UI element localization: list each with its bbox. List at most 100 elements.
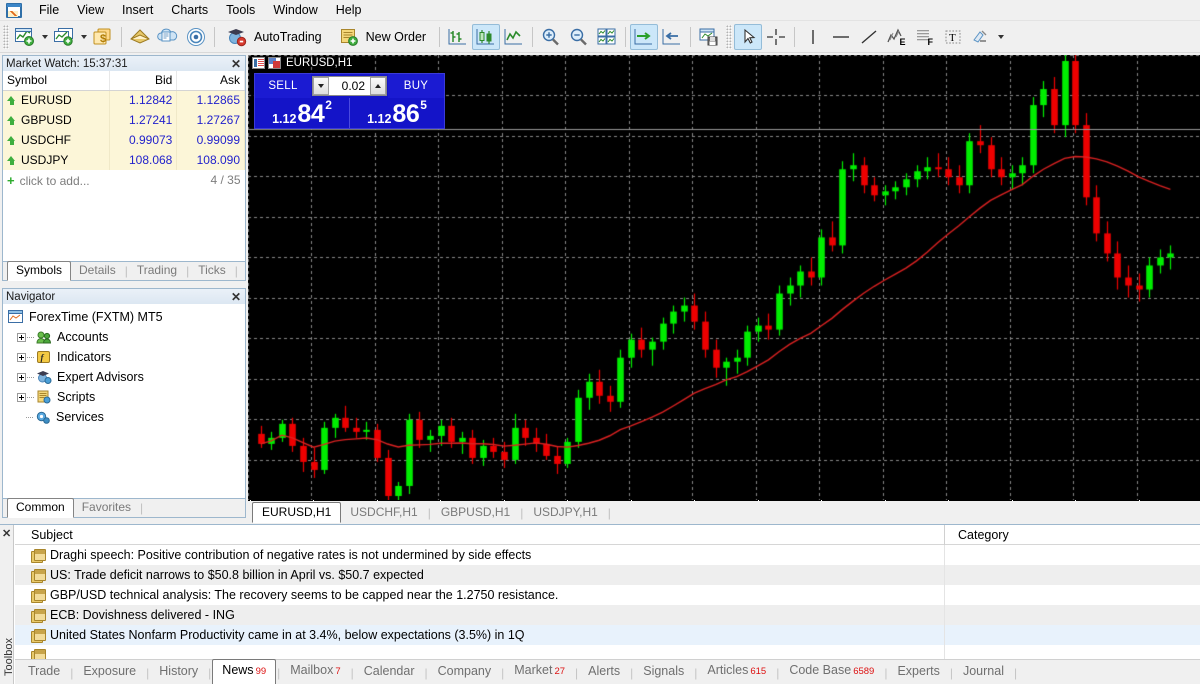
tab-symbols[interactable]: Symbols <box>7 261 72 281</box>
toolbox-tab-experts[interactable]: Experts <box>888 661 948 684</box>
tab-favorites[interactable]: Favorites <box>74 499 139 517</box>
toolbox-tab-articles[interactable]: Articles 615 <box>698 660 775 684</box>
auto-scroll-icon[interactable] <box>630 23 659 50</box>
nav-root-item[interactable]: ForexTime (FXTM) MT5 <box>5 307 243 327</box>
tab-details[interactable]: Details <box>71 262 124 280</box>
buy-price-button[interactable]: 1.12 86 5 <box>350 98 444 128</box>
list-item[interactable]: ECB: Dovishness delivered - ING <box>15 605 1200 625</box>
toolbox-tab-trade[interactable]: Trade <box>19 661 69 684</box>
horizontal-line-icon[interactable] <box>827 24 855 50</box>
profiles-dropdown-icon[interactable] <box>78 24 89 50</box>
fibonacci-icon[interactable]: F <box>911 24 939 50</box>
volume-stepper[interactable]: 0.02 <box>312 76 387 96</box>
signals-icon[interactable] <box>182 24 210 50</box>
chevron-down-icon[interactable] <box>313 77 329 95</box>
list-item[interactable]: Draghi speech: Positive contribution of … <box>15 545 1200 565</box>
menu-item-window[interactable]: Window <box>264 0 326 20</box>
expand-icon[interactable] <box>17 372 26 382</box>
new-chart-dropdown-icon[interactable] <box>39 24 50 50</box>
chart-tab-usdchf[interactable]: USDCHF,H1 <box>341 503 426 522</box>
menu-item-tools[interactable]: Tools <box>217 0 264 20</box>
toolbox-tab-news[interactable]: News 99 <box>212 659 277 684</box>
crosshair-icon[interactable] <box>762 24 790 50</box>
toolbox-tab-history[interactable]: History <box>150 661 207 684</box>
data-window-icon[interactable] <box>154 24 182 50</box>
menu-item-charts[interactable]: Charts <box>162 0 217 20</box>
market-depth-icon[interactable] <box>126 24 154 50</box>
add-symbol-row[interactable]: + click to add... 4 / 35 <box>3 170 245 190</box>
line-chart-icon[interactable] <box>500 24 528 50</box>
table-row[interactable]: EURUSD 1.12842 1.12865 <box>3 90 245 110</box>
vertical-line-icon[interactable] <box>799 24 827 50</box>
expand-icon[interactable] <box>17 392 26 402</box>
toolbox-tab-code-base[interactable]: Code Base 6589 <box>780 660 883 684</box>
sidebar-item-accounts[interactable]: Accounts <box>5 327 243 347</box>
column-header-bid[interactable]: Bid <box>109 71 178 91</box>
close-icon[interactable]: ✕ <box>230 291 242 303</box>
chart-tab-gbpusd[interactable]: GBPUSD,H1 <box>432 503 519 522</box>
zoom-out-icon[interactable] <box>565 24 593 50</box>
toolbox-tab-company[interactable]: Company <box>429 661 501 684</box>
objects-icon[interactable] <box>967 24 995 50</box>
table-row[interactable]: GBPUSD 1.27241 1.27267 <box>3 110 245 130</box>
buy-label[interactable]: BUY <box>388 74 444 98</box>
toolbox-tab-signals[interactable]: Signals <box>634 661 693 684</box>
save-template-icon[interactable] <box>695 24 723 50</box>
table-row[interactable]: USDCHF 0.99073 0.99099 <box>3 130 245 150</box>
chart-tab-eurusd[interactable]: EURUSD,H1 <box>252 502 342 523</box>
sidebar-item-indicators[interactable]: f Indicators <box>5 347 243 367</box>
list-item[interactable] <box>15 645 1200 660</box>
tab-ticks[interactable]: Ticks <box>190 262 234 280</box>
tab-common[interactable]: Common <box>7 498 74 518</box>
toolbox-tab-calendar[interactable]: Calendar <box>355 661 424 684</box>
text-icon[interactable]: T <box>939 24 967 50</box>
tab-trading[interactable]: Trading <box>129 262 185 280</box>
column-header-subject[interactable]: Subject <box>15 525 945 545</box>
chart-window[interactable]: EURUSD,H1 SELL 0.02 BUY 1.12 84 2 1.12 8… <box>248 55 1200 522</box>
toolbar-grip-2[interactable] <box>726 24 733 49</box>
bar-chart-icon[interactable] <box>444 24 472 50</box>
sidebar-item-services[interactable]: Services <box>5 407 243 427</box>
chevron-up-icon[interactable] <box>370 77 386 95</box>
zoom-in-icon[interactable] <box>537 24 565 50</box>
sidebar-item-expert-advisors[interactable]: Expert Advisors <box>5 367 243 387</box>
column-header-symbol[interactable]: Symbol <box>3 71 110 91</box>
close-icon[interactable]: ✕ <box>2 527 11 540</box>
objects-dropdown-icon[interactable] <box>995 24 1006 50</box>
menu-item-insert[interactable]: Insert <box>113 0 162 20</box>
list-item[interactable]: GBP/USD technical analysis: The recovery… <box>15 585 1200 605</box>
chart-shift-icon[interactable] <box>658 24 686 50</box>
menu-item-file[interactable]: File <box>30 0 68 20</box>
volume-input[interactable]: 0.02 <box>329 77 370 95</box>
menu-item-help[interactable]: Help <box>327 0 371 20</box>
list-item[interactable]: United States Nonfarm Productivity came … <box>15 625 1200 645</box>
one-click-trading-panel[interactable]: SELL 0.02 BUY 1.12 84 2 1.12 86 5 <box>254 73 445 129</box>
autotrading-button[interactable]: AutoTrading <box>219 24 331 50</box>
column-header-category[interactable]: Category <box>945 525 1200 545</box>
expand-icon[interactable] <box>17 332 26 342</box>
new-order-button[interactable]: New Order <box>331 24 435 50</box>
menu-item-view[interactable]: View <box>68 0 113 20</box>
expand-icon[interactable] <box>17 352 26 362</box>
tile-windows-icon[interactable] <box>593 24 621 50</box>
toolbox-tab-market[interactable]: Market 27 <box>505 660 574 684</box>
toolbox-tab-journal[interactable]: Journal <box>954 661 1013 684</box>
accounts-icon[interactable]: $ <box>89 24 117 50</box>
elliott-wave-icon[interactable]: E <box>883 24 911 50</box>
trendline-icon[interactable] <box>855 24 883 50</box>
sidebar-item-scripts[interactable]: Scripts <box>5 387 243 407</box>
toolbox-tab-mailbox[interactable]: Mailbox 7 <box>281 660 349 684</box>
profiles-icon[interactable] <box>50 24 78 50</box>
candlestick-chart-icon[interactable] <box>472 23 501 50</box>
close-icon[interactable]: ✕ <box>230 58 242 70</box>
list-item[interactable]: US: Trade deficit narrows to $50.8 billi… <box>15 565 1200 585</box>
toolbar-grip[interactable] <box>3 24 9 49</box>
chart-tab-usdjpy[interactable]: USDJPY,H1 <box>524 503 606 522</box>
new-chart-icon[interactable] <box>11 24 39 50</box>
table-row[interactable]: USDJPY 108.068 108.090 <box>3 150 245 170</box>
sell-label[interactable]: SELL <box>255 74 311 98</box>
toolbox-tab-exposure[interactable]: Exposure <box>74 661 145 684</box>
cursor-icon[interactable] <box>734 23 763 50</box>
sell-price-button[interactable]: 1.12 84 2 <box>255 98 350 128</box>
toolbox-tab-alerts[interactable]: Alerts <box>579 661 629 684</box>
